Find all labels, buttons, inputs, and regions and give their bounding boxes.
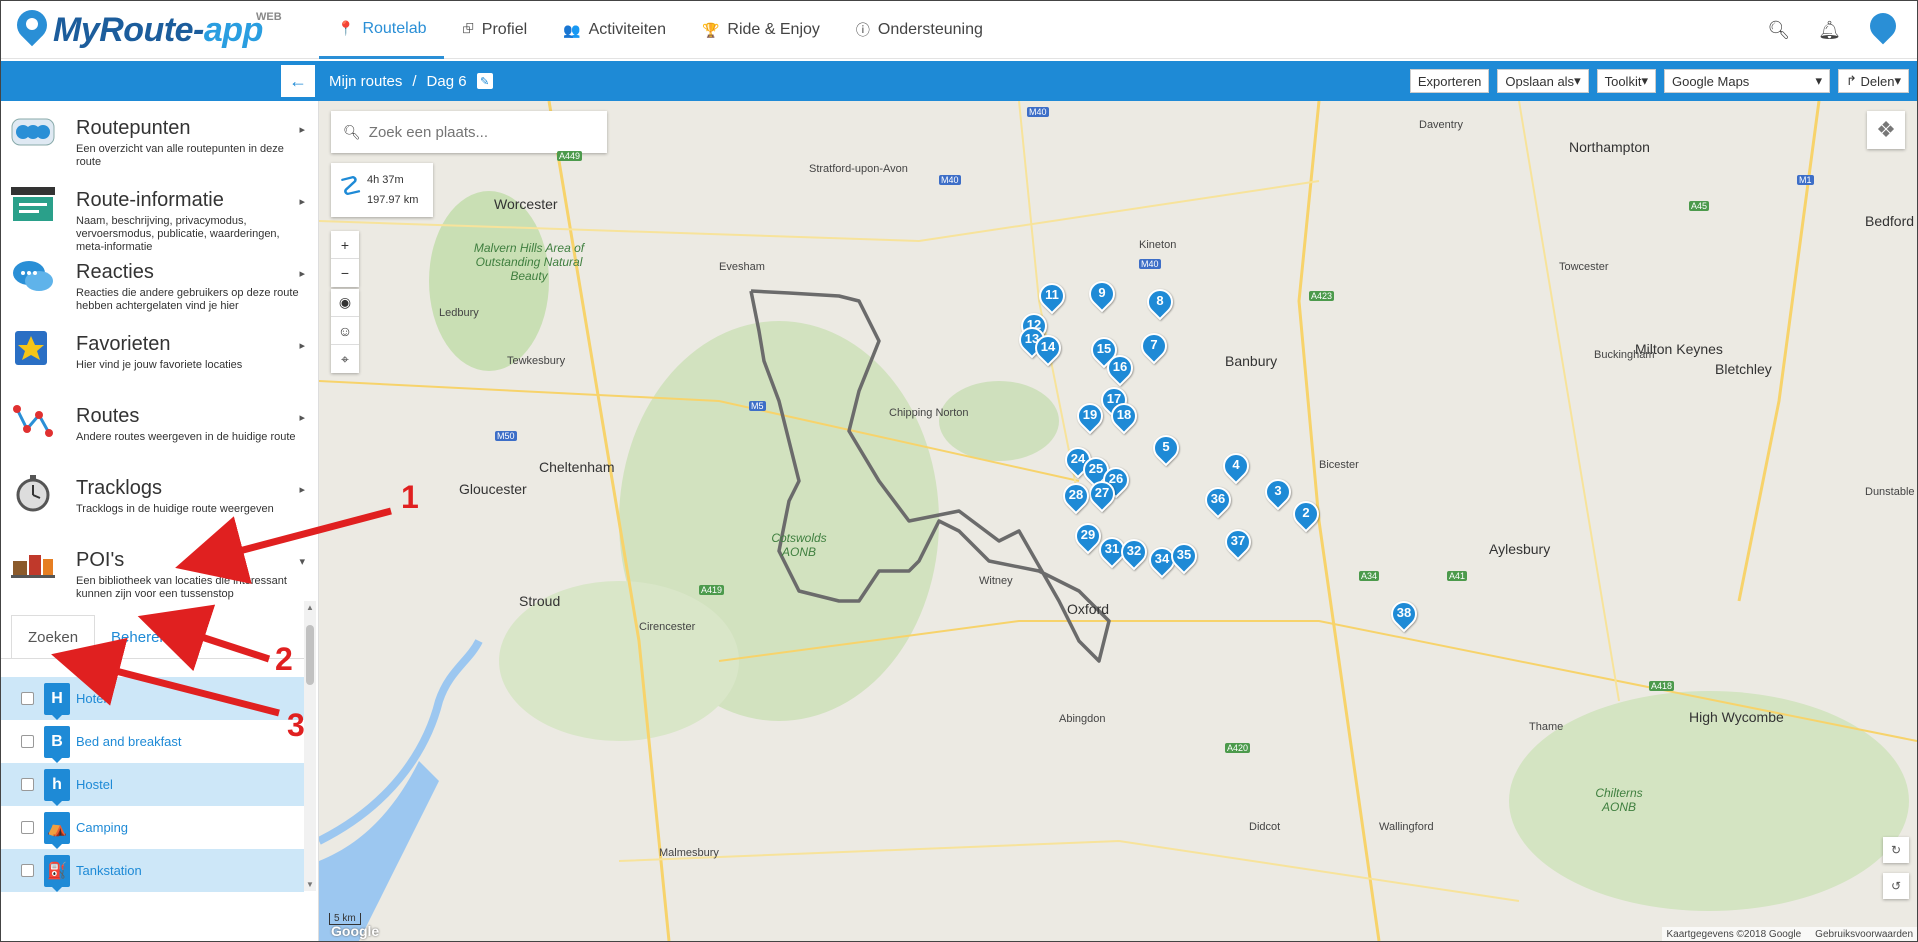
annotation-number: 1 bbox=[401, 479, 419, 515]
annotation-number: 3 bbox=[287, 707, 305, 743]
annotation-number: 2 bbox=[275, 641, 293, 677]
app-window: MyRoute-app WEB 📍 Routelab ⮺ Profiel 👥 Acti… bbox=[0, 0, 1918, 942]
annotation-arrows bbox=[51, 507, 392, 717]
